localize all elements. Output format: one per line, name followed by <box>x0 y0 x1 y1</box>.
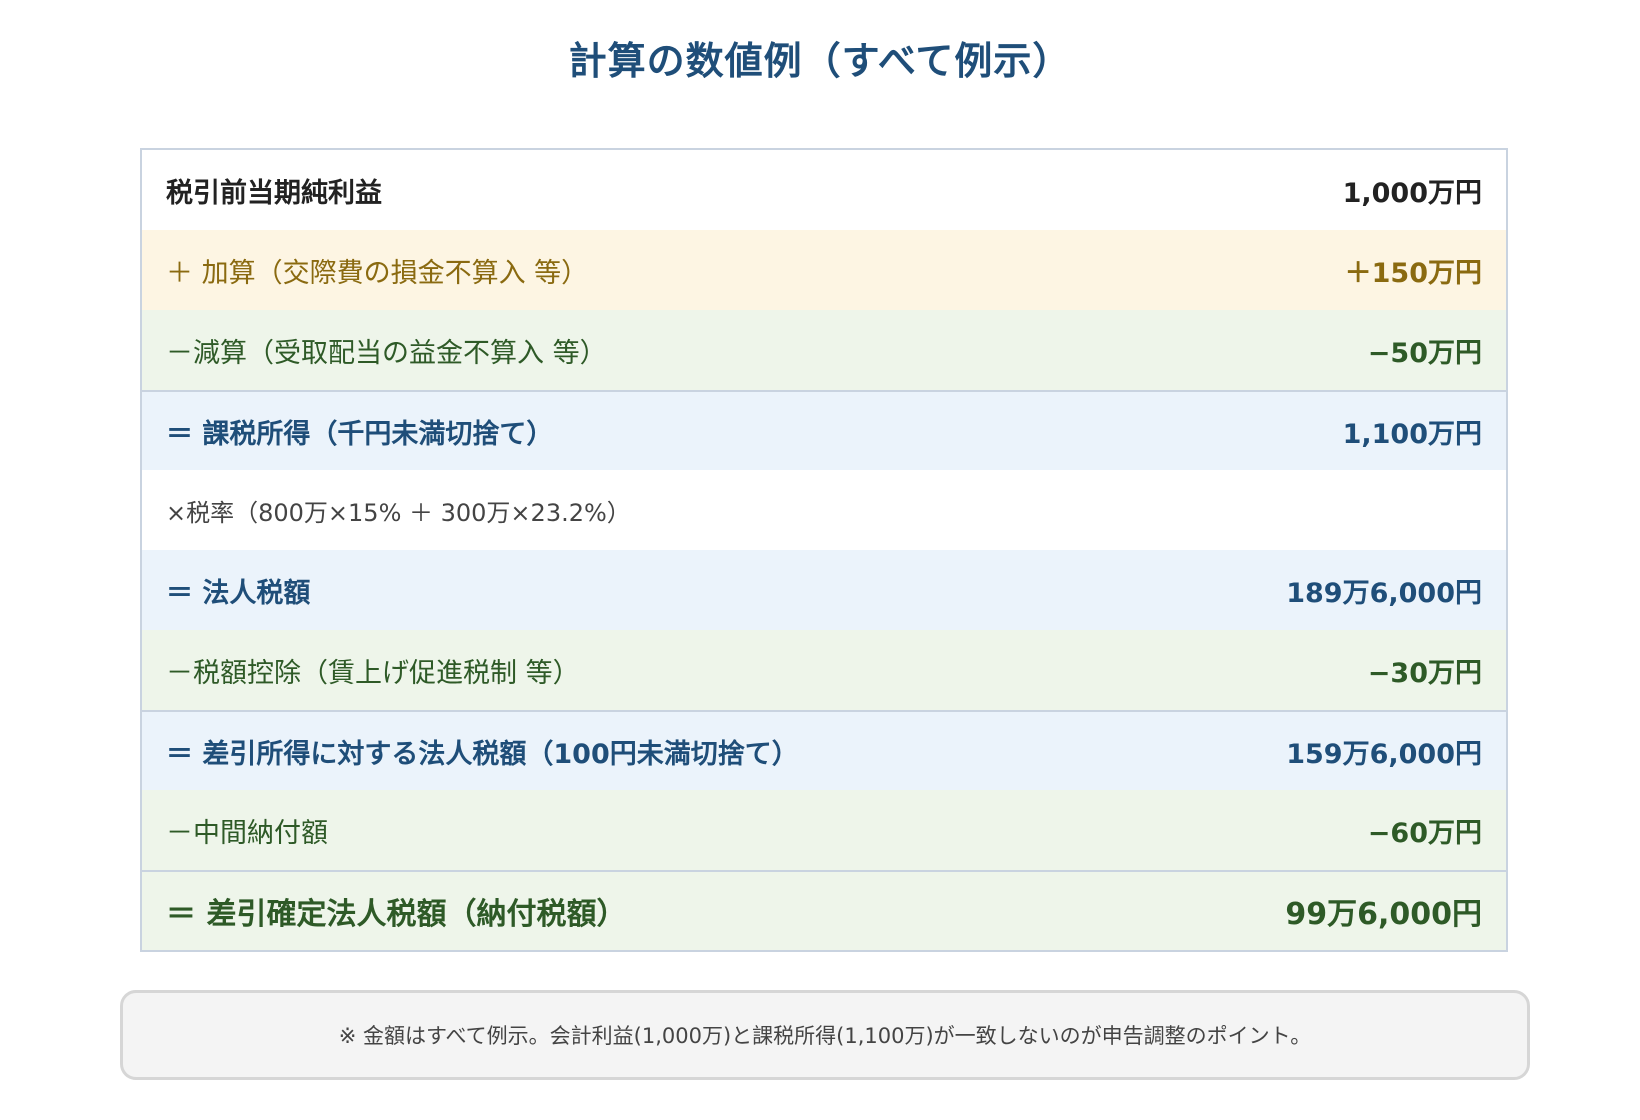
footnote: ※ 金額はすべて例示。会計利益(1,000万)と課税所得(1,100万)が一致し… <box>120 990 1530 1080</box>
row-value: −30万円 <box>1367 657 1482 689</box>
row-value: 1,100万円 <box>1342 418 1482 450</box>
row-value: −50万円 <box>1367 337 1482 369</box>
page-title: 計算の数値例（すべて例示） <box>568 39 1072 83</box>
row-taxable-income: ＝ 課税所得（千円未満切捨て） 1,100万円 <box>142 390 1506 470</box>
row-label: －税額控除（賃上げ促進税制 等） <box>166 657 580 689</box>
row-label: ＝ 差引所得に対する法人税額（100円未満切捨て） <box>166 738 799 770</box>
row-value: −60万円 <box>1367 817 1482 849</box>
row-value: 1,000万円 <box>1342 177 1482 209</box>
row-label: ＋ 加算（交際費の損金不算入 等） <box>166 257 589 289</box>
row-tax-credit: －税額控除（賃上げ促進税制 等） −30万円 <box>142 630 1506 710</box>
row-label: －中間納付額 <box>166 817 328 849</box>
calculation-table: 税引前当期純利益 1,000万円 ＋ 加算（交際費の損金不算入 等） ＋150万… <box>140 148 1508 952</box>
row-net-corporate-tax: ＝ 差引所得に対する法人税額（100円未満切捨て） 159万6,000円 <box>142 710 1506 790</box>
row-label: ×税率（800万×15% ＋ 300万×23.2%） <box>166 498 631 527</box>
row-final-tax-payable: ＝ 差引確定法人税額（納付税額） 99万6,000円 <box>142 870 1506 950</box>
row-label: 税引前当期純利益 <box>166 177 382 209</box>
row-label: ＝ 差引確定法人税額（納付税額） <box>166 897 627 932</box>
row-addition: ＋ 加算（交際費の損金不算入 等） ＋150万円 <box>142 230 1506 310</box>
row-label: －減算（受取配当の益金不算入 等） <box>166 337 607 369</box>
row-value: ＋150万円 <box>1344 257 1482 289</box>
row-pretax-income: 税引前当期純利益 1,000万円 <box>142 150 1506 230</box>
row-label: ＝ 課税所得（千円未満切捨て） <box>166 418 554 450</box>
row-value: 99万6,000円 <box>1285 897 1482 932</box>
row-label: ＝ 法人税額 <box>166 577 311 609</box>
row-value: 159万6,000円 <box>1286 738 1482 770</box>
row-deduction: －減算（受取配当の益金不算入 等） −50万円 <box>142 310 1506 390</box>
row-corporate-tax: ＝ 法人税額 189万6,000円 <box>142 550 1506 630</box>
row-tax-rate: ×税率（800万×15% ＋ 300万×23.2%） <box>142 470 1506 550</box>
row-interim-payment: －中間納付額 −60万円 <box>142 790 1506 870</box>
row-value: 189万6,000円 <box>1286 577 1482 609</box>
